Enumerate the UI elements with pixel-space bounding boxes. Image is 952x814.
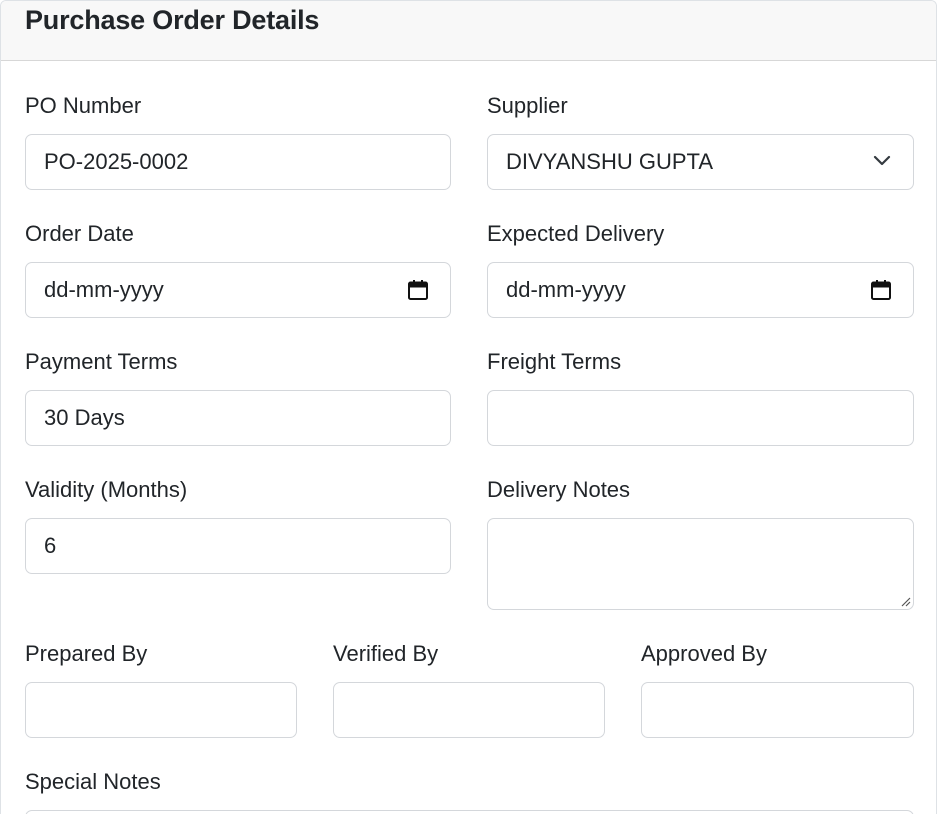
calendar-icon[interactable] bbox=[870, 279, 892, 301]
card-header: Purchase Order Details bbox=[1, 1, 936, 61]
payment-terms-label: Payment Terms bbox=[25, 349, 178, 374]
freight-terms-input[interactable] bbox=[487, 390, 914, 446]
supplier-value: DIVYANSHU GUPTA bbox=[506, 149, 713, 174]
calendar-icon[interactable] bbox=[407, 279, 429, 301]
validity-input[interactable]: 6 bbox=[25, 518, 451, 574]
resize-grip-icon[interactable] bbox=[899, 595, 911, 607]
purchase-order-card: Purchase Order Details PO Number PO-2025… bbox=[0, 0, 937, 814]
po-number-label: PO Number bbox=[25, 93, 142, 118]
expected-delivery-input[interactable]: dd-mm-yyyy bbox=[487, 262, 914, 318]
delivery-notes-label: Delivery Notes bbox=[487, 477, 631, 502]
verified-by-label: Verified By bbox=[333, 641, 439, 666]
freight-terms-label: Freight Terms bbox=[487, 349, 622, 374]
supplier-select[interactable]: DIVYANSHU GUPTA bbox=[487, 134, 914, 190]
order-date-value: dd-mm-yyyy bbox=[44, 277, 164, 302]
page-margin bbox=[937, 0, 952, 814]
prepared-by-label: Prepared By bbox=[25, 641, 148, 666]
special-notes-textarea[interactable] bbox=[25, 810, 914, 814]
po-number-input[interactable]: PO-2025-0002 bbox=[25, 134, 451, 190]
validity-label: Validity (Months) bbox=[25, 477, 188, 502]
supplier-label: Supplier bbox=[487, 93, 568, 118]
order-date-input[interactable]: dd-mm-yyyy bbox=[25, 262, 451, 318]
delivery-notes-textarea[interactable] bbox=[487, 518, 914, 610]
approved-by-input[interactable] bbox=[641, 682, 914, 738]
payment-terms-input[interactable]: 30 Days bbox=[25, 390, 451, 446]
po-number-value: PO-2025-0002 bbox=[44, 149, 189, 174]
special-notes-label: Special Notes bbox=[25, 769, 161, 794]
validity-value: 6 bbox=[44, 533, 57, 558]
payment-terms-value: 30 Days bbox=[44, 405, 125, 430]
order-date-label: Order Date bbox=[25, 221, 134, 246]
chevron-down-icon bbox=[873, 155, 891, 166]
expected-delivery-value: dd-mm-yyyy bbox=[506, 277, 626, 302]
prepared-by-input[interactable] bbox=[25, 682, 297, 738]
verified-by-input[interactable] bbox=[333, 682, 605, 738]
approved-by-label: Approved By bbox=[641, 641, 767, 666]
page-title: Purchase Order Details bbox=[25, 5, 320, 35]
expected-delivery-label: Expected Delivery bbox=[487, 221, 665, 246]
